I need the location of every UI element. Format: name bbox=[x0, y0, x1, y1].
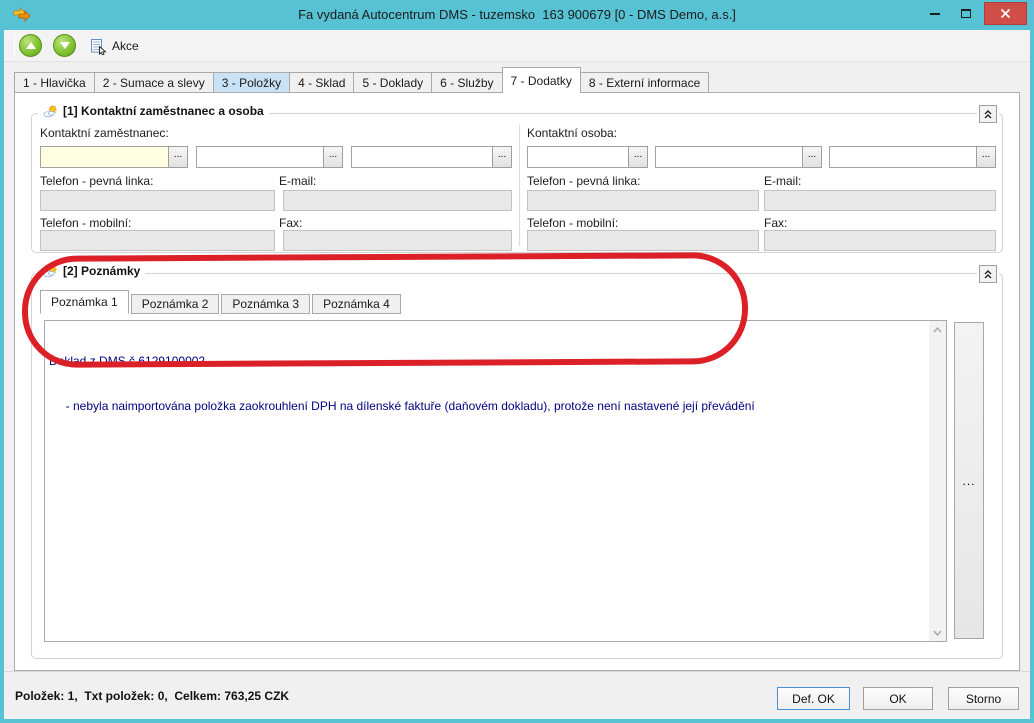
status-summary: Položek: 1, Txt položek: 0, Celkem: 763,… bbox=[15, 689, 290, 703]
application-window: Fa vydaná Autocentrum DMS - tuzemsko 163… bbox=[0, 0, 1034, 723]
tab-7-dodatky[interactable]: 7 - Dodatky bbox=[501, 67, 581, 93]
collapse-contact-button[interactable] bbox=[979, 105, 997, 123]
notes-section-title: [2] Poznámky bbox=[63, 264, 141, 278]
person-fax-label: Fax: bbox=[764, 216, 788, 230]
employee-browse-button-1[interactable]: ... bbox=[168, 146, 188, 168]
tab-4-sklad[interactable]: 4 - Sklad bbox=[289, 72, 355, 93]
contact-section-legend: [1] Kontaktní zaměstnanec a osoba bbox=[38, 104, 269, 118]
note-scrollbar[interactable] bbox=[929, 321, 946, 641]
employee-combo-3: ... bbox=[351, 146, 512, 168]
double-chevron-up-icon bbox=[984, 110, 992, 119]
tab-content-panel: [1] Kontaktní zaměstnanec a osoba Kontak… bbox=[14, 92, 1020, 671]
sun-cloud-icon bbox=[43, 104, 58, 117]
person-combo-3: ... bbox=[829, 146, 996, 168]
tab-poznamka-4[interactable]: Poznámka 4 bbox=[312, 294, 401, 314]
main-tabstrip: 1 - Hlavička 2 - Sumace a slevy 3 - Polo… bbox=[14, 67, 710, 93]
employee-label: Kontaktní zaměstnanec: bbox=[40, 126, 169, 140]
contact-section-title: [1] Kontaktní zaměstnanec a osoba bbox=[63, 104, 264, 118]
person-email-label: E-mail: bbox=[764, 174, 802, 188]
chevron-down-icon bbox=[933, 630, 942, 636]
employee-fax-input bbox=[283, 230, 512, 251]
ok-button[interactable]: OK bbox=[863, 687, 933, 710]
person-phone-label: Telefon - pevná linka: bbox=[527, 174, 641, 188]
tab-8-externi-informace[interactable]: 8 - Externí informace bbox=[579, 72, 710, 93]
employee-input-1[interactable] bbox=[40, 146, 168, 168]
person-input-2[interactable] bbox=[655, 146, 802, 168]
note-textarea[interactable]: Doklad z DMS č.6129100002 - nebyla naimp… bbox=[44, 320, 947, 642]
double-chevron-up-icon bbox=[984, 270, 992, 279]
contact-section: [1] Kontaktní zaměstnanec a osoba Kontak… bbox=[31, 104, 1003, 253]
collapse-notes-button[interactable] bbox=[979, 265, 997, 283]
person-browse-button-1[interactable]: ... bbox=[628, 146, 648, 168]
tab-2-sumace-a-slevy[interactable]: 2 - Sumace a slevy bbox=[93, 72, 214, 93]
person-combo-1: ... bbox=[527, 146, 648, 168]
arrow-up-icon bbox=[25, 42, 36, 49]
employee-mobile-input bbox=[40, 230, 275, 251]
tab-3-polozky[interactable]: 3 - Položky bbox=[212, 72, 291, 93]
arrow-down-icon bbox=[59, 42, 70, 49]
employee-mobile-label: Telefon - mobilní: bbox=[40, 216, 132, 230]
employee-combo-2: ... bbox=[196, 146, 343, 168]
toolbar-separator bbox=[14, 34, 15, 58]
note-text-line-2: - nebyla naimportována položka zaokrouhl… bbox=[49, 399, 755, 413]
person-browse-button-2[interactable]: ... bbox=[802, 146, 822, 168]
nav-down-button[interactable] bbox=[53, 34, 76, 57]
akce-icon bbox=[91, 38, 107, 55]
person-email-input bbox=[764, 190, 996, 211]
person-fax-input bbox=[764, 230, 996, 251]
tab-6-sluzby[interactable]: 6 - Služby bbox=[431, 72, 503, 93]
employee-phone-input bbox=[40, 190, 275, 211]
notes-section-legend: [2] Poznámky bbox=[38, 264, 146, 278]
toolbar: Akce bbox=[4, 30, 1030, 62]
window-minimize-button[interactable] bbox=[920, 2, 950, 25]
contact-section-divider bbox=[519, 124, 520, 246]
tab-1-hlavicka[interactable]: 1 - Hlavička bbox=[14, 72, 95, 93]
tab-5-doklady[interactable]: 5 - Doklady bbox=[353, 72, 433, 93]
window-title: Fa vydaná Autocentrum DMS - tuzemsko 163… bbox=[298, 7, 736, 22]
person-phone-input bbox=[527, 190, 759, 211]
sun-cloud-icon bbox=[43, 264, 58, 277]
person-input-3[interactable] bbox=[829, 146, 976, 168]
storno-button[interactable]: Storno bbox=[948, 687, 1019, 710]
note-more-button[interactable]: ... bbox=[954, 322, 984, 639]
employee-combo-1: ... bbox=[40, 146, 188, 168]
scrollbar-up-button[interactable] bbox=[929, 321, 946, 338]
tab-poznamka-1[interactable]: Poznámka 1 bbox=[40, 290, 129, 314]
titlebar: Fa vydaná Autocentrum DMS - tuzemsko 163… bbox=[0, 0, 1034, 30]
employee-input-2[interactable] bbox=[196, 146, 323, 168]
employee-input-3[interactable] bbox=[351, 146, 492, 168]
employee-email-input bbox=[283, 190, 512, 211]
scrollbar-down-button[interactable] bbox=[929, 624, 946, 641]
status-bar: Položek: 1, Txt položek: 0, Celkem: 763,… bbox=[4, 671, 1030, 719]
maximize-icon bbox=[961, 9, 971, 18]
notes-tabstrip: Poznámka 1 Poznámka 2 Poznámka 3 Poznámk… bbox=[40, 288, 401, 314]
dialog-body: Akce 1 - Hlavička 2 - Sumace a slevy 3 -… bbox=[4, 30, 1030, 719]
chevron-up-icon bbox=[933, 326, 942, 332]
employee-browse-button-3[interactable]: ... bbox=[492, 146, 512, 168]
employee-browse-button-2[interactable]: ... bbox=[323, 146, 343, 168]
person-label: Kontaktní osoba: bbox=[527, 126, 618, 140]
nav-up-button[interactable] bbox=[19, 34, 42, 57]
window-close-button[interactable] bbox=[984, 2, 1027, 25]
employee-phone-label: Telefon - pevná linka: bbox=[40, 174, 154, 188]
note-text-line-1: Doklad z DMS č.6129100002 bbox=[49, 354, 206, 368]
tab-poznamka-3[interactable]: Poznámka 3 bbox=[221, 294, 311, 314]
window-maximize-button[interactable] bbox=[951, 2, 981, 25]
notes-section: [2] Poznámky Poznámka 1 Poznámka 2 Pozná… bbox=[31, 264, 1003, 659]
employee-fax-label: Fax: bbox=[279, 216, 303, 230]
person-mobile-label: Telefon - mobilní: bbox=[527, 216, 619, 230]
person-mobile-input bbox=[527, 230, 759, 251]
minimize-icon bbox=[930, 12, 940, 15]
close-icon bbox=[1000, 8, 1011, 19]
person-combo-2: ... bbox=[655, 146, 822, 168]
person-browse-button-3[interactable]: ... bbox=[976, 146, 996, 168]
person-input-1[interactable] bbox=[527, 146, 628, 168]
akce-label: Akce bbox=[112, 39, 139, 53]
note-text: Doklad z DMS č.6129100002 - nebyla naimp… bbox=[49, 324, 924, 444]
def-ok-button[interactable]: Def. OK bbox=[777, 687, 850, 710]
akce-menu-button[interactable]: Akce bbox=[86, 35, 143, 57]
employee-email-label: E-mail: bbox=[279, 174, 317, 188]
tab-poznamka-2[interactable]: Poznámka 2 bbox=[130, 294, 220, 314]
